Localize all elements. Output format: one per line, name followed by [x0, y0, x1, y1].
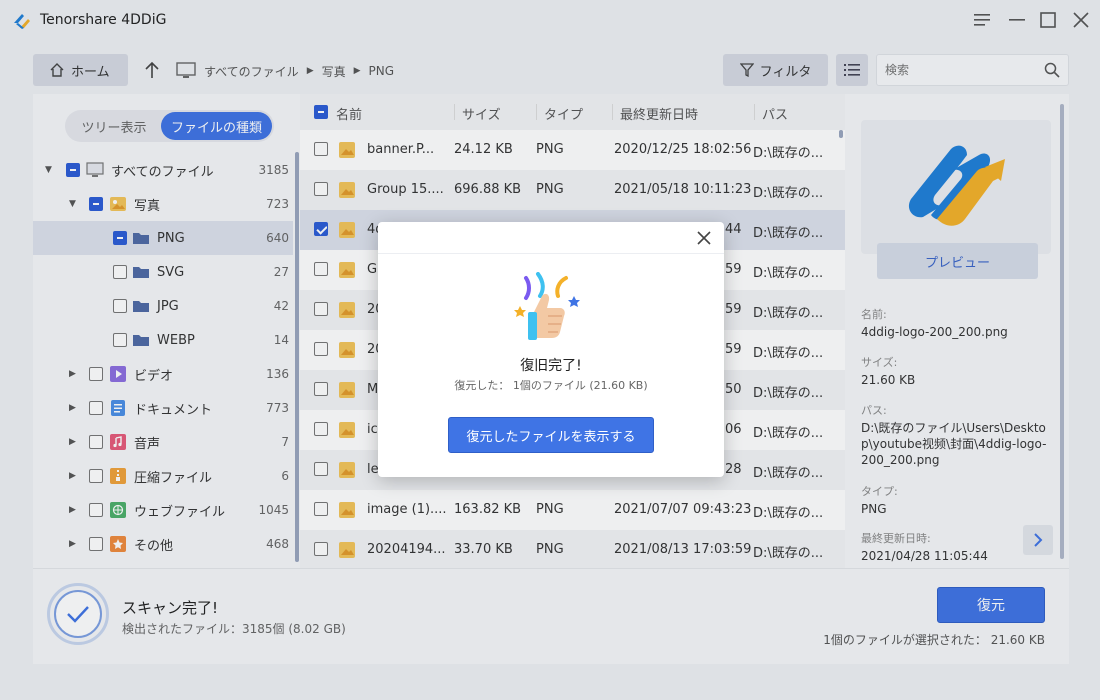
thumbs-up-icon: [514, 272, 580, 340]
show-recovered-files-button[interactable]: 復元したファイルを表示する: [448, 417, 654, 453]
dialog-title: 復旧完了!: [520, 358, 582, 374]
dialog-subtitle: 復元した： 1個のファイル (21.60 KB): [454, 379, 648, 392]
dialog-header: [378, 222, 724, 254]
recovery-complete-dialog: 復旧完了! 復元した： 1個のファイル (21.60 KB) 復元したファイルを…: [378, 222, 724, 477]
close-icon[interactable]: [694, 228, 714, 248]
